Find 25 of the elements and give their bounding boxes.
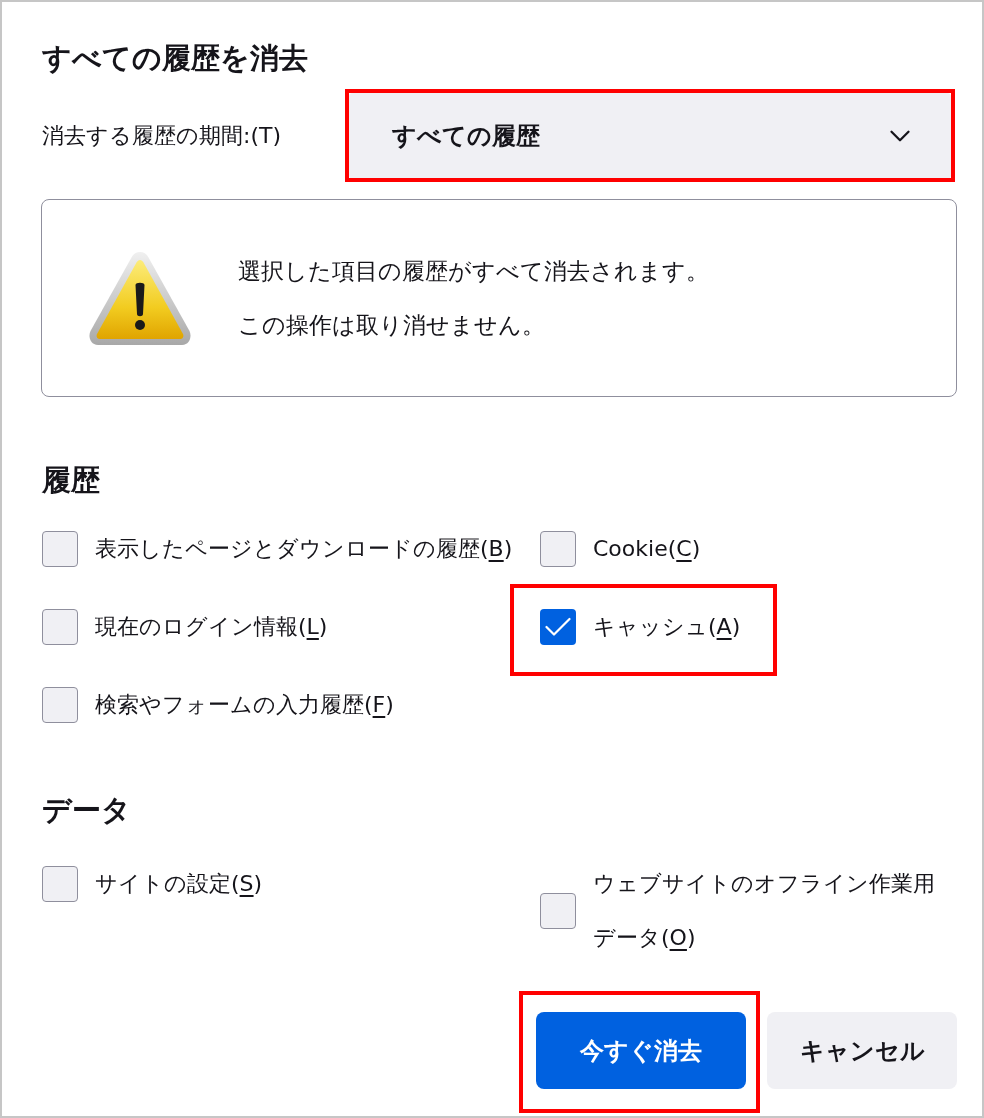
checkbox-label: 現在のログイン情報(L) <box>95 613 328 641</box>
checkbox-label: キャッシュ(A) <box>593 613 741 641</box>
checkbox[interactable] <box>540 893 576 929</box>
checkbox[interactable] <box>42 609 78 645</box>
checkbox[interactable] <box>42 866 78 902</box>
cancel-button[interactable]: キャンセル <box>767 1012 957 1089</box>
section-heading: データ <box>42 793 132 827</box>
checkbox-label: サイトの設定(S) <box>95 870 263 898</box>
section-heading: 履歴 <box>42 463 101 497</box>
warning-text: この操作は取り消せません。 <box>238 311 546 340</box>
checkbox-label: 表示したページとダウンロードの履歴(B) <box>95 535 513 563</box>
checkbox[interactable] <box>42 531 78 567</box>
clear-now-button[interactable]: 今すぐ消去 <box>536 1012 746 1089</box>
checkbox[interactable] <box>540 531 576 567</box>
checkbox-label: 検索やフォームの入力履歴(F) <box>95 691 394 719</box>
warning-icon <box>88 250 192 346</box>
checkmark-icon <box>545 617 571 637</box>
checkbox[interactable] <box>540 609 576 645</box>
checkbox[interactable] <box>42 687 78 723</box>
period-label: 消去する履歴の期間:(T) <box>42 122 283 150</box>
period-dropdown[interactable]: すべての履歴 <box>349 93 951 179</box>
dialog-title: すべての履歴を消去 <box>42 40 309 76</box>
checkbox-label: ウェブサイトのオフライン作業用データ(O) <box>593 870 936 952</box>
warning-text: 選択した項目の履歴がすべて消去されます。 <box>238 257 709 286</box>
checkbox-label: Cookie(C) <box>593 535 701 563</box>
